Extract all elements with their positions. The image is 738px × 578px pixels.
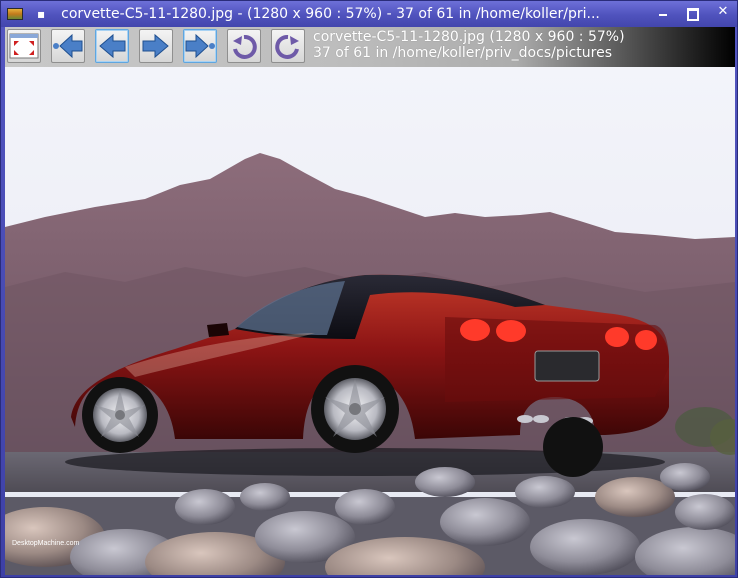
window-menu-icon[interactable]: ▪ bbox=[37, 8, 45, 20]
rotate-right-button[interactable] bbox=[271, 29, 305, 63]
toolbar: corvette-C5-11-1280.jpg (1280 x 960 : 57… bbox=[5, 27, 735, 67]
next-arrow-icon bbox=[142, 33, 169, 59]
minimize-button[interactable] bbox=[657, 5, 669, 19]
title-bar[interactable]: ▪ corvette-C5-11-1280.jpg - (1280 x 960 … bbox=[1, 1, 737, 27]
watermark-text: DesktopMachine.com bbox=[12, 540, 80, 547]
first-image-button[interactable] bbox=[51, 29, 85, 63]
close-button[interactable]: ✕ bbox=[717, 5, 729, 19]
image-info-filename: corvette-C5-11-1280.jpg (1280 x 960 : 57… bbox=[313, 29, 625, 45]
fit-window-icon bbox=[9, 33, 39, 59]
next-image-button[interactable] bbox=[139, 29, 173, 63]
rotate-left-button[interactable] bbox=[227, 29, 261, 63]
image-viewport[interactable]: DesktopMachine.com corvette-C5-11-1280.j… bbox=[5, 27, 735, 575]
photo-corvette bbox=[5, 67, 735, 575]
app-image-icon[interactable] bbox=[7, 8, 23, 20]
maximize-button[interactable] bbox=[687, 5, 699, 19]
window-title: corvette-C5-11-1280.jpg - (1280 x 960 : … bbox=[61, 6, 600, 22]
fit-window-button[interactable] bbox=[7, 29, 41, 63]
viewer-window: ▪ corvette-C5-11-1280.jpg - (1280 x 960 … bbox=[0, 0, 738, 578]
last-image-button[interactable] bbox=[183, 29, 217, 63]
image-info-position: 37 of 61 in /home/koller/priv_docs/pictu… bbox=[313, 45, 613, 61]
first-arrow-icon bbox=[53, 33, 83, 59]
rotate-left-icon bbox=[233, 34, 257, 59]
previous-image-button[interactable] bbox=[95, 29, 129, 63]
rotate-right-icon bbox=[275, 34, 299, 59]
previous-arrow-icon bbox=[99, 33, 126, 59]
image-info: corvette-C5-11-1280.jpg (1280 x 960 : 57… bbox=[313, 29, 625, 61]
last-arrow-icon bbox=[185, 33, 215, 59]
